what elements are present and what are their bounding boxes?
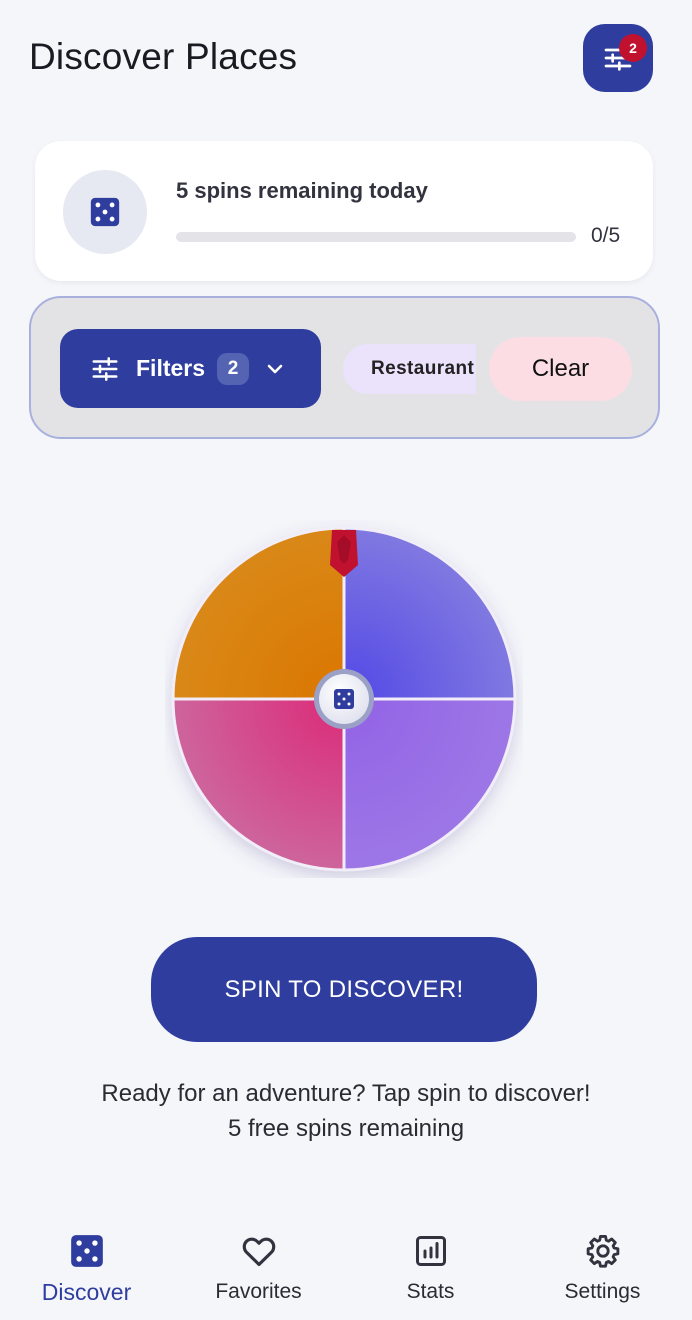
nav-label: Favorites — [215, 1280, 302, 1303]
wheel-segment-2 — [344, 699, 515, 870]
page-title: Discover Places — [29, 36, 298, 77]
gear-icon — [584, 1232, 622, 1270]
spin-button[interactable]: SPIN TO DISCOVER! — [151, 937, 537, 1042]
nav-item-favorites[interactable]: Favorites — [172, 1210, 345, 1320]
wheel-segment-1 — [344, 528, 515, 699]
nav-item-discover[interactable]: Discover — [0, 1210, 173, 1320]
clear-filters-button[interactable]: Clear — [489, 337, 632, 401]
filters-dropdown-button[interactable]: Filters 2 — [60, 329, 321, 408]
filter-bar: Filters 2 Restaurant Clear — [29, 296, 660, 439]
app-bar: Discover Places 2 — [0, 0, 692, 112]
filter-toggle-button[interactable]: 2 — [583, 24, 653, 92]
nav-item-stats[interactable]: Stats — [344, 1210, 517, 1320]
dice-icon — [68, 1232, 106, 1270]
filter-chip-restaurant[interactable]: Restaurant — [343, 344, 476, 394]
spins-remaining-label: 5 spins remaining today — [176, 178, 428, 203]
spins-progress-bar — [176, 232, 576, 242]
spin-wheel[interactable] — [165, 520, 523, 878]
dice-avatar — [63, 170, 147, 254]
filters-label: Filters — [136, 355, 206, 381]
adventure-message: Ready for an adventure? Tap spin to disc… — [101, 1080, 591, 1107]
bottom-navigation: Discover Favorites Stats Settings — [0, 1210, 692, 1320]
wheel-segment-4 — [173, 528, 344, 699]
chevron-down-icon — [263, 357, 287, 381]
nav-item-settings[interactable]: Settings — [516, 1210, 689, 1320]
heart-icon — [240, 1232, 278, 1270]
stats-icon — [412, 1232, 450, 1270]
nav-label: Settings — [564, 1280, 641, 1303]
wheel-hub-dice-icon — [334, 689, 354, 709]
spins-remaining-card: 5 spins remaining today 0/5 — [35, 141, 653, 281]
nav-label: Stats — [406, 1280, 455, 1303]
dice-icon — [90, 197, 120, 227]
spins-progress-count: 0/5 — [591, 224, 621, 247]
wheel-segment-3 — [173, 699, 344, 870]
tune-icon — [92, 356, 118, 381]
filters-count-badge: 2 — [217, 352, 250, 385]
filter-count-badge: 2 — [619, 34, 647, 62]
free-spins-message: 5 free spins remaining — [227, 1115, 465, 1142]
nav-label: Discover — [41, 1279, 132, 1305]
